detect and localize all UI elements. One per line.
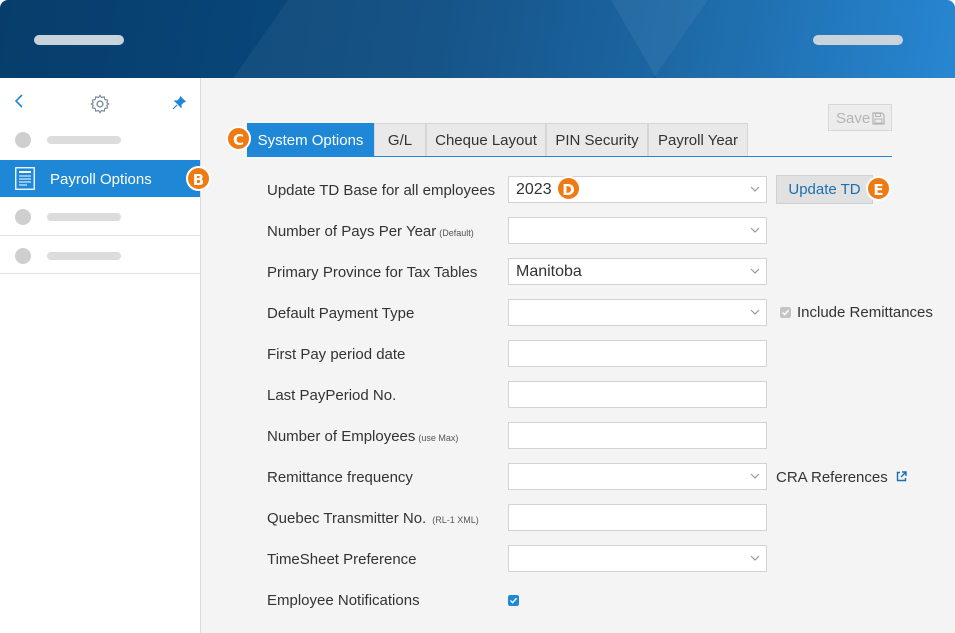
sidebar-item-label: Payroll Options <box>50 171 152 188</box>
tab-cheque-layout[interactable]: Cheque Layout <box>426 123 546 156</box>
employee-notifications-checkbox[interactable] <box>508 595 519 606</box>
remittance-freq-select[interactable] <box>508 463 767 490</box>
chevron-down-icon <box>750 227 760 233</box>
sidebar-item[interactable] <box>0 197 200 235</box>
callout-badge-b: B <box>186 166 211 191</box>
quebec-label: Quebec Transmitter No. (RL-1 XML) <box>267 510 479 527</box>
sidebar-divider <box>0 273 200 274</box>
chevron-down-icon <box>750 268 760 274</box>
pin-icon[interactable] <box>172 96 186 110</box>
quebec-transmitter-input[interactable] <box>508 504 767 531</box>
province-label: Primary Province for Tax Tables <box>267 264 478 281</box>
sidebar-item[interactable] <box>0 236 200 274</box>
include-remittances-checkbox[interactable] <box>780 307 791 318</box>
chevron-left-icon[interactable] <box>13 94 27 108</box>
num-employees-input[interactable] <box>508 422 767 449</box>
sidebar: Payroll Options <box>0 78 201 633</box>
header-user-placeholder[interactable] <box>813 35 903 45</box>
gear-icon[interactable] <box>89 93 111 115</box>
pays-per-year-text: Number of Pays Per Year <box>267 223 437 240</box>
callout-badge-d: D <box>556 176 581 201</box>
pays-per-year-label: Number of Pays Per Year (Default) <box>267 223 474 240</box>
tab-payroll-year[interactable]: Payroll Year <box>648 123 748 156</box>
callout-badge-e: E <box>866 176 891 201</box>
floppy-disk-icon <box>872 112 885 125</box>
include-remittances-label: Include Remittances <box>797 304 933 321</box>
sidebar-item-icon <box>15 209 31 225</box>
sidebar-item-label-placeholder <box>47 213 121 221</box>
sidebar-item-icon <box>15 248 31 264</box>
last-period-input[interactable] <box>508 381 767 408</box>
update-td-button[interactable]: Update TD <box>776 175 873 204</box>
sidebar-item-label-placeholder <box>47 136 121 144</box>
tab-gl[interactable]: G/L <box>374 123 426 156</box>
last-period-label: Last PayPeriod No. <box>267 387 397 404</box>
num-employees-note: (use Max) <box>418 433 459 443</box>
td-year-value: 2023 <box>516 181 552 198</box>
province-select[interactable]: Manitoba <box>508 258 767 285</box>
quebec-note: (RL-1 XML) <box>432 515 479 525</box>
tab-underline <box>247 156 892 157</box>
sidebar-item-payroll-options[interactable]: Payroll Options <box>0 160 200 197</box>
cra-references-label: CRA References <box>776 469 888 486</box>
sidebar-item-label-placeholder <box>47 252 121 260</box>
td-year-select[interactable]: 2023 <box>508 176 767 203</box>
chevron-down-icon <box>750 186 760 192</box>
pays-per-year-select[interactable] <box>508 217 767 244</box>
payment-type-select[interactable] <box>508 299 767 326</box>
chevron-down-icon <box>750 309 760 315</box>
timesheet-select[interactable] <box>508 545 767 572</box>
payment-type-label: Default Payment Type <box>267 305 415 322</box>
first-pay-date-input[interactable] <box>508 340 767 367</box>
notifications-label: Employee Notifications <box>267 592 420 609</box>
tab-pin-security[interactable]: PIN Security <box>546 123 648 156</box>
province-value: Manitoba <box>516 263 582 280</box>
first-pay-date-label: First Pay period date <box>267 346 406 363</box>
document-icon <box>15 167 35 190</box>
quebec-text: Quebec Transmitter No. <box>267 510 427 527</box>
sidebar-item[interactable] <box>0 120 200 158</box>
num-employees-text: Number of Employees <box>267 428 416 445</box>
save-button-label: Save <box>836 110 871 127</box>
pays-per-year-note: (Default) <box>439 228 474 238</box>
update-td-label: Update TD Base for all employees <box>267 182 496 199</box>
tab-system-options[interactable]: System Options <box>247 123 374 156</box>
header-title-placeholder <box>34 35 124 45</box>
app-header <box>0 0 955 78</box>
save-button[interactable]: Save <box>828 104 892 131</box>
sidebar-item-icon <box>15 132 31 148</box>
chevron-down-icon <box>750 473 760 479</box>
cra-references-link[interactable]: CRA References <box>776 469 907 486</box>
chevron-down-icon <box>750 555 760 561</box>
callout-badge-c: C <box>226 126 251 151</box>
app-window: Payroll Options B Save System Options G/… <box>0 0 955 633</box>
external-link-icon <box>896 471 907 482</box>
num-employees-label: Number of Employees (use Max) <box>267 428 458 445</box>
timesheet-label: TimeSheet Preference <box>267 551 417 568</box>
remittance-freq-label: Remittance frequency <box>267 469 413 486</box>
